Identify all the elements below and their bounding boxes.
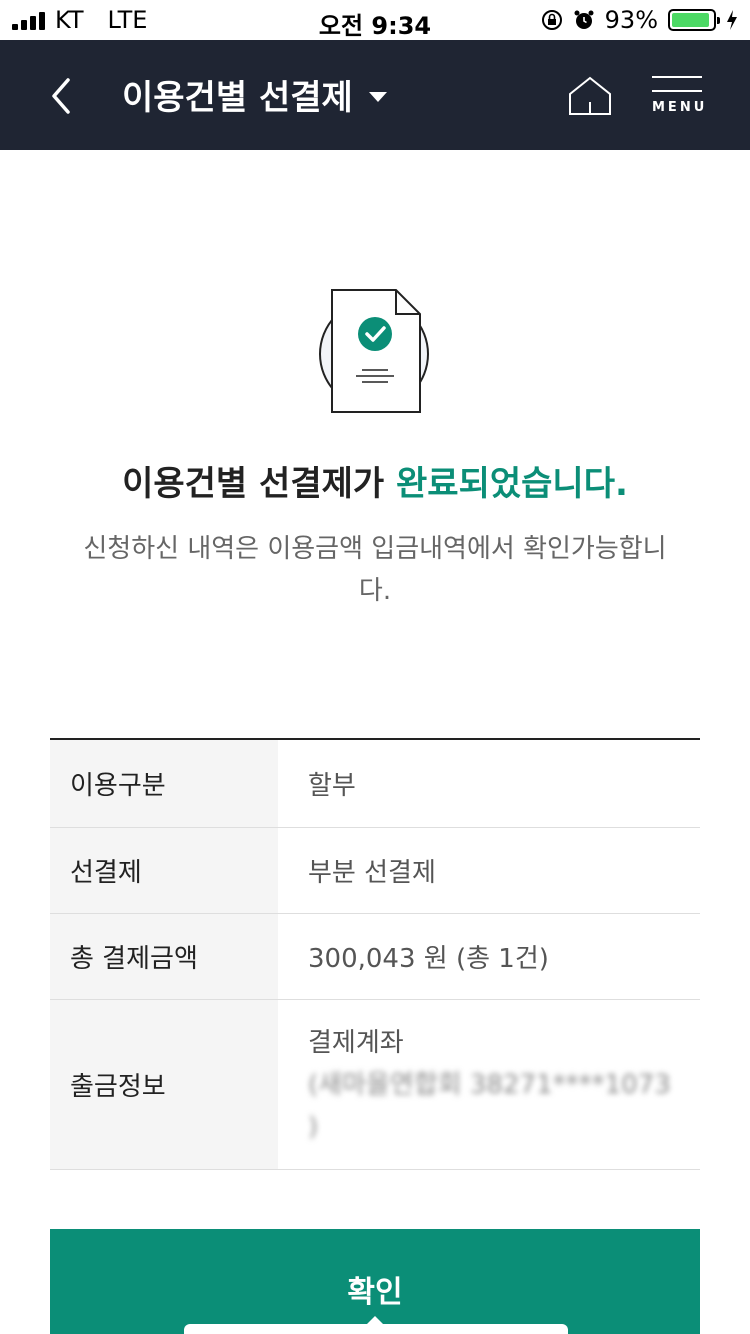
menu-button[interactable]: MENU [652,76,704,120]
status-bar: KT LTE 오전 9:34 93% [0,0,750,40]
table-row: 선결제 부분 선결제 [50,828,700,914]
row-label: 이용구분 [50,740,278,827]
document-check-icon [319,289,429,413]
table-row: 총 결제금액 300,043 원 (총 1건) [50,914,700,1000]
menu-bar-icon [652,76,702,78]
account-number-end: ) [308,1111,319,1142]
rotation-lock-icon [541,10,562,30]
row-label: 선결제 [50,828,278,913]
headline-accent-text: 완료되었습니다. [396,464,628,504]
completion-description: 신청하신 내역은 이용금액 입금내역에서 확인가능합니다. [83,534,667,606]
caret-down-icon [368,91,387,102]
payment-details-table: 이용구분 할부 선결제 부분 선결제 총 결제금액 300,043 원 (총 1… [50,738,700,1170]
alarm-icon [574,10,594,29]
back-icon[interactable] [44,76,84,116]
row-label: 출금정보 [50,1000,278,1169]
row-label: 총 결제금액 [50,914,278,999]
charging-bolt-icon [727,10,737,30]
row-value: 300,043 원 (총 1건) [308,944,549,974]
row-value: 부분 선결제 [308,858,436,888]
row-value: 할부 [308,771,356,801]
status-right: 93% [541,6,738,34]
battery-percent: 93% [604,6,658,34]
account-type: 결제계좌 [308,1027,404,1058]
account-number: (새마을연합회 38271****1073 [308,1069,671,1100]
account-info: 결제계좌 (새마을연합회 38271****1073 ) [278,1000,700,1169]
battery-icon [668,9,720,31]
table-row: 이용구분 할부 [50,740,700,828]
page-title-dropdown[interactable]: 이용건별 선결제 [122,70,387,119]
tooltip-bubble [184,1316,568,1334]
table-row: 출금정보 결제계좌 (새마을연합회 38271****1073 ) [50,1000,700,1170]
menu-label: MENU [652,100,708,115]
headline-text: 이용건별 선결제가 [122,464,397,504]
app-header: 이용건별 선결제 MENU [0,40,750,150]
menu-bar-icon [652,90,702,92]
completion-headline: 이용건별 선결제가 완료되었습니다. [0,456,750,505]
page-title: 이용건별 선결제 [122,78,353,118]
home-icon[interactable] [568,76,612,116]
